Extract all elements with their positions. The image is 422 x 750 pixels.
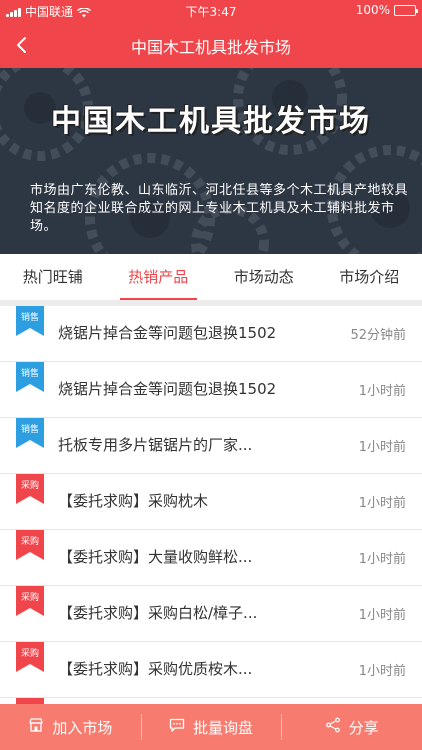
buy-tag-icon: 采购 (16, 530, 44, 560)
tab-market-news[interactable]: 市场动态 (211, 254, 317, 300)
list-item[interactable]: 采购 【委托求购】采购白松/樟子... 1小时前 (0, 586, 422, 642)
market-banner: 中国木工机具批发市场 市场由广东伦教、山东临沂、河北任县等多个木工机具产地较具知… (0, 68, 422, 254)
list-item[interactable]: 采购 【委托求购】采购优质桉木... 1小时前 (0, 642, 422, 698)
list-item-title: 【委托求购】采购枕木 (58, 492, 209, 510)
share-label: 分享 (348, 718, 379, 737)
bottom-action-bar: 加入市场 批量询盘 分享 (0, 704, 422, 750)
tab-hot-shops[interactable]: 热门旺铺 (0, 254, 106, 300)
list-item-time: 1小时前 (358, 552, 406, 567)
badge-label: 销售 (20, 313, 39, 323)
badge-label: 采购 (20, 481, 39, 491)
buy-tag-icon: 采购 (16, 586, 44, 616)
list-item-time: 1小时前 (358, 384, 406, 399)
list-item[interactable]: 销售 烧锯片掉合金等问题包退换1502 52分钟前 (0, 306, 422, 362)
list-item-title: 【委托求购】采购白松/樟子... (58, 604, 258, 622)
page-title: 中国木工机具批发市场 (130, 38, 291, 57)
buy-tag-icon: 采购 (16, 474, 44, 504)
list-item-time: 52分钟前 (350, 328, 406, 343)
tab-market-intro[interactable]: 市场介绍 (317, 254, 422, 300)
list-item[interactable]: 采购 【委托求购】采购枕木 1小时前 (0, 474, 422, 530)
category-tabs: 热门旺铺 热销产品 市场动态 市场介绍 (0, 254, 422, 300)
list-item[interactable]: 销售 托板专用多片锯锯片的厂家... 1小时前 (0, 418, 422, 474)
top-bar: 中国联通 下午3:47 100% 中国木工机具批发市场 (0, 0, 422, 68)
battery-icon (394, 4, 418, 16)
list-item-title: 烧锯片掉合金等问题包退换1502 (58, 324, 277, 342)
list-item-time: 1小时前 (358, 440, 406, 455)
sale-tag-icon: 销售 (16, 362, 44, 392)
badge-label: 采购 (20, 537, 39, 547)
join-market-label: 加入市场 (52, 718, 113, 737)
list-item-time: 1小时前 (358, 608, 406, 623)
sale-tag-icon: 销售 (16, 418, 44, 448)
banner-intro: 市场由广东伦教、山东临沂、河北任县等多个木工机具产地较具知名度的企业联合成立的网… (30, 183, 409, 234)
badge-label: 销售 (20, 369, 39, 379)
chat-icon (169, 717, 185, 737)
list-item-time: 1小时前 (358, 496, 406, 511)
list-item-title: 【委托求购】大量收购鲜松... (58, 548, 253, 566)
share-button[interactable]: 分享 (281, 704, 422, 750)
store-icon (28, 717, 44, 737)
list-item-title: 烧锯片掉合金等问题包退换1502 (58, 380, 277, 398)
list-item-time: 1小时前 (358, 664, 406, 679)
sale-tag-icon: 销售 (16, 306, 44, 336)
nav-bar: 中国木工机具批发市场 (0, 22, 422, 68)
list-item[interactable]: 销售 烧锯片掉合金等问题包退换1502 1小时前 (0, 362, 422, 418)
product-list: 销售 烧锯片掉合金等问题包退换1502 52分钟前 销售 烧锯片掉合金等问题包退… (0, 306, 422, 704)
tab-hot-products[interactable]: 热销产品 (106, 254, 212, 300)
status-bar: 中国联通 下午3:47 100% (0, 0, 422, 22)
banner-headline: 中国木工机具批发市场 (51, 104, 371, 139)
buy-tag-icon: 采购 (16, 642, 44, 672)
battery-percent: 100% (355, 3, 390, 17)
bulk-inquiry-button[interactable]: 批量询盘 (140, 704, 282, 750)
share-icon (325, 717, 341, 737)
list-item-title: 托板专用多片锯锯片的厂家... (58, 436, 253, 454)
list-item[interactable]: 采购 【委托求购】大量收购鲜松... 1小时前 (0, 530, 422, 586)
badge-label: 销售 (20, 425, 39, 435)
bulk-inquiry-label: 批量询盘 (193, 718, 254, 737)
badge-label: 采购 (20, 593, 39, 603)
join-market-button[interactable]: 加入市场 (0, 704, 141, 750)
list-item-title: 【委托求购】采购优质桉木... (58, 660, 253, 678)
badge-label: 采购 (20, 649, 39, 659)
